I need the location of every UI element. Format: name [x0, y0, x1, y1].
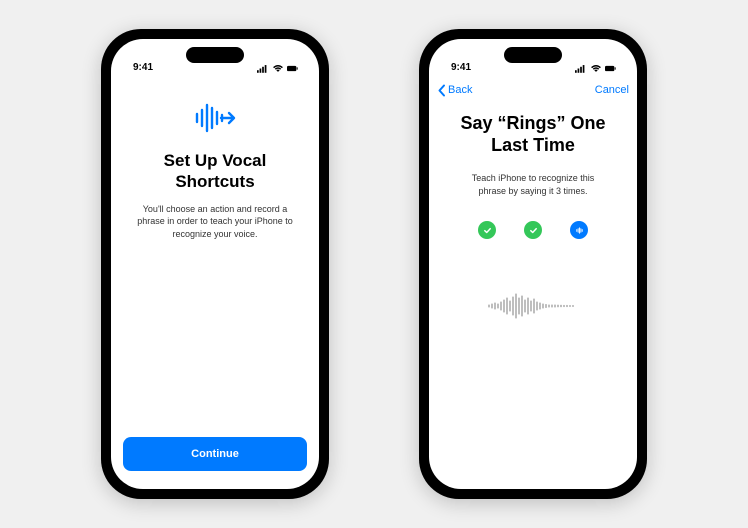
screen-record: 9:41 Back Cancel Say “Rings” One Last Ti…: [429, 39, 637, 489]
screen-setup: 9:41: [111, 39, 319, 489]
record-subtitle: Teach iPhone to recognize this phrase by…: [447, 172, 619, 197]
battery-icon: [287, 64, 299, 73]
content-area: Say “Rings” One Last Time Teach iPhone t…: [429, 105, 637, 489]
chevron-left-icon: [437, 84, 447, 97]
battery-icon: [605, 64, 617, 73]
cellular-icon: [257, 64, 269, 73]
setup-title: Set Up Vocal Shortcuts: [129, 150, 301, 193]
setup-subtitle: You'll choose an action and record a phr…: [129, 203, 301, 241]
dynamic-island: [186, 47, 244, 63]
iphone-mock-left: 9:41: [101, 29, 329, 499]
voice-waveform-arrow-icon: [193, 101, 237, 140]
continue-button[interactable]: Continue: [123, 437, 307, 471]
status-indicators: [257, 64, 301, 73]
status-time: 9:41: [447, 62, 471, 73]
status-indicators: [575, 64, 619, 73]
content-area: Set Up Vocal Shortcuts You'll choose an …: [111, 75, 319, 437]
back-label: Back: [448, 84, 472, 96]
progress-indicators: [478, 221, 588, 239]
wifi-icon: [590, 64, 602, 73]
attempt-3-active-icon: [570, 221, 588, 239]
recording-waveform-icon: [483, 289, 583, 328]
status-time: 9:41: [129, 62, 153, 73]
attempt-2-done-icon: [524, 221, 542, 239]
attempt-1-done-icon: [478, 221, 496, 239]
cancel-button[interactable]: Cancel: [595, 84, 629, 96]
iphone-mock-right: 9:41 Back Cancel Say “Rings” One Last Ti…: [419, 29, 647, 499]
button-area: Continue: [111, 437, 319, 489]
wifi-icon: [272, 64, 284, 73]
cellular-icon: [575, 64, 587, 73]
nav-bar: Back Cancel: [429, 75, 637, 105]
dynamic-island: [504, 47, 562, 63]
record-title: Say “Rings” One Last Time: [447, 113, 619, 156]
back-button[interactable]: Back: [437, 84, 472, 97]
